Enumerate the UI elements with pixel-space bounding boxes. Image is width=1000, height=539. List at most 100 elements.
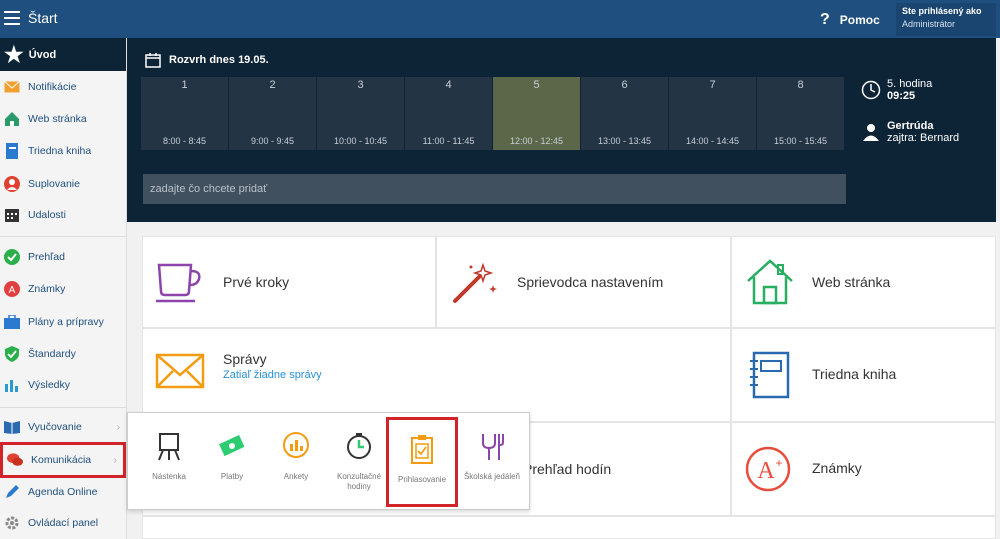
sidebar-item-agenda[interactable]: Agenda Online [0,477,126,507]
sidebar-item-vysledky[interactable]: Výsledky [0,370,126,400]
svg-text:+: + [775,456,782,470]
submenu-skolska-jedalen[interactable]: Školská jedáleň [461,427,523,497]
sidebar-item-web-stranka[interactable]: Web stránka [0,104,126,134]
tile-label: Triedna kniha [812,366,897,382]
clock-icon [347,433,371,459]
sidebar-item-znamky[interactable]: A Známky [0,274,126,304]
tile-znamky[interactable]: A + Známky [731,422,996,516]
poll-icon [283,432,309,458]
sidebar-item-label: Notifikácie [28,81,77,93]
tile-label: Prehľad hodín [523,461,612,477]
user-role: Administrátor [902,19,956,29]
menu-icon[interactable] [4,11,20,25]
tile-web-stranka[interactable]: Web stránka [731,236,996,328]
shield-icon [4,346,20,362]
period-time: 13:00 - 13:45 [597,136,652,146]
period-4[interactable]: 4 11:00 - 11:45 [405,77,493,150]
person-next: zajtra: Bernard [887,132,960,144]
period-time: 8:00 - 8:45 [162,136,207,146]
grade-icon: A + [745,446,791,492]
tile-triedna-kniha[interactable]: Triedna kniha [731,328,996,422]
coffee-cup-icon [156,263,201,303]
current-info: 5. hodina 09:25 Gertrúda zajtra: Bernard [861,78,959,162]
period-num: 5 [533,79,540,91]
sidebar-item-label: Suplovanie [28,178,80,190]
submenu-label: Ankety [283,472,309,481]
person-icon [4,176,20,192]
check-circle-icon [4,249,20,265]
help-label: Pomoc [839,13,880,27]
period-num: 1 [181,79,188,91]
sidebar-item-vyucovanie[interactable]: Vyučovanie › [0,412,126,442]
sidebar-item-komunikacia[interactable]: Komunikácia › [0,442,126,478]
notebook-icon [750,351,790,399]
sidebar-item-label: Známky [28,283,66,295]
app-title: Štart [28,10,58,26]
period-time: 10:00 - 10:45 [333,136,388,146]
period-time: 15:00 - 15:45 [773,136,828,146]
house-icon [747,259,793,305]
star-icon: ★ [4,41,24,67]
submenu-prihlasovanie[interactable]: Prihlasovanie [386,417,458,507]
schedule-panel: Rozvrh dnes 19.05. 1 8:00 - 8:45 2 9:00 - … [127,38,996,222]
submenu-platby[interactable]: Platby [201,427,263,497]
sidebar-item-prehlad[interactable]: Prehľad [0,242,126,272]
sidebar-item-label: Prehľad [28,251,65,263]
sidebar-home-label: Úvod [28,48,57,61]
gear-icon [4,515,20,531]
period-num: 3 [357,79,364,91]
sidebar-item-ovladaci-panel[interactable]: Ovládací panel [0,508,126,538]
period-2[interactable]: 2 9:00 - 9:45 [229,77,317,150]
sidebar-item-plany[interactable]: Plány a prípravy [0,307,126,337]
tile-label: Správy [223,351,267,367]
submenu-label: Prihlasovanie [397,475,447,484]
add-item-input[interactable] [143,174,846,204]
sidebar-item-udalosti[interactable]: Udalosti [0,200,126,230]
sidebar-item-label: Agenda Online [28,486,98,498]
person-name: Gertrúda [887,120,934,132]
sidebar-item-label: Ovládací panel [28,517,99,529]
sidebar-home[interactable]: ★ Úvod [0,38,126,71]
sidebar-divider [0,236,126,237]
submenu-label: Konzultačné hodiny [336,472,382,491]
house-icon [4,111,20,127]
svg-text:A: A [757,458,775,484]
pen-icon [4,484,20,500]
sidebar-divider [0,407,126,408]
submenu-ankety[interactable]: Ankety [265,427,327,497]
tile-prve-kroky[interactable]: Prvé kroky [142,236,436,328]
submenu-label: Nástenka [152,472,186,481]
sidebar-item-label: Štandardy [28,348,76,360]
user-menu[interactable]: Ste prihlásený ako Administrátor [896,3,996,36]
messages-status[interactable]: Zatiaľ žiadne správy [223,369,322,381]
tile-sprievodca[interactable]: Sprievodca nastavením [436,236,731,328]
period-3[interactable]: 3 10:00 - 10:45 [317,77,405,150]
magic-wand-icon [453,262,497,303]
sidebar-item-suplovanie[interactable]: Suplovanie [0,169,126,199]
period-5[interactable]: 5 12:00 - 12:45 [493,77,581,150]
period-time: 14:00 - 14:45 [685,136,740,146]
period-7[interactable]: 7 14:00 - 14:45 [669,77,757,150]
period-num: 4 [445,79,452,91]
tile-label: Prvé kroky [223,274,290,290]
sidebar-item-notifikacie[interactable]: Notifikácie [0,72,126,102]
bar-chart-icon [4,377,20,393]
submenu-label: Školská jedáleň [463,472,521,481]
sidebar-item-label: Web stránka [28,113,87,125]
period-1[interactable]: 1 8:00 - 8:45 [141,77,229,150]
submenu-label: Platby [220,472,244,481]
help-button[interactable]: ? Pomoc [820,11,880,29]
sidebar-item-standardy[interactable]: Štandardy [0,339,126,369]
period-8[interactable]: 8 15:00 - 15:45 [757,77,845,150]
calendar-icon [4,207,20,223]
calendar-icon [145,53,161,68]
notebook-icon [4,143,20,159]
submenu-nastenka[interactable]: Nástenka [138,427,200,497]
book-icon [4,419,20,435]
period-list: 1 8:00 - 8:45 2 9:00 - 9:45 3 10:00 - 10:45… [141,77,845,150]
tile-spravy[interactable]: Správy Zatiaľ žiadne správy [142,328,731,422]
board-icon [158,433,180,461]
sidebar-item-triedna-kniha[interactable]: Triedna kniha [0,136,126,166]
period-6[interactable]: 6 13:00 - 13:45 [581,77,669,150]
submenu-konzultacne-hodiny[interactable]: Konzultačné hodiny [328,427,390,497]
